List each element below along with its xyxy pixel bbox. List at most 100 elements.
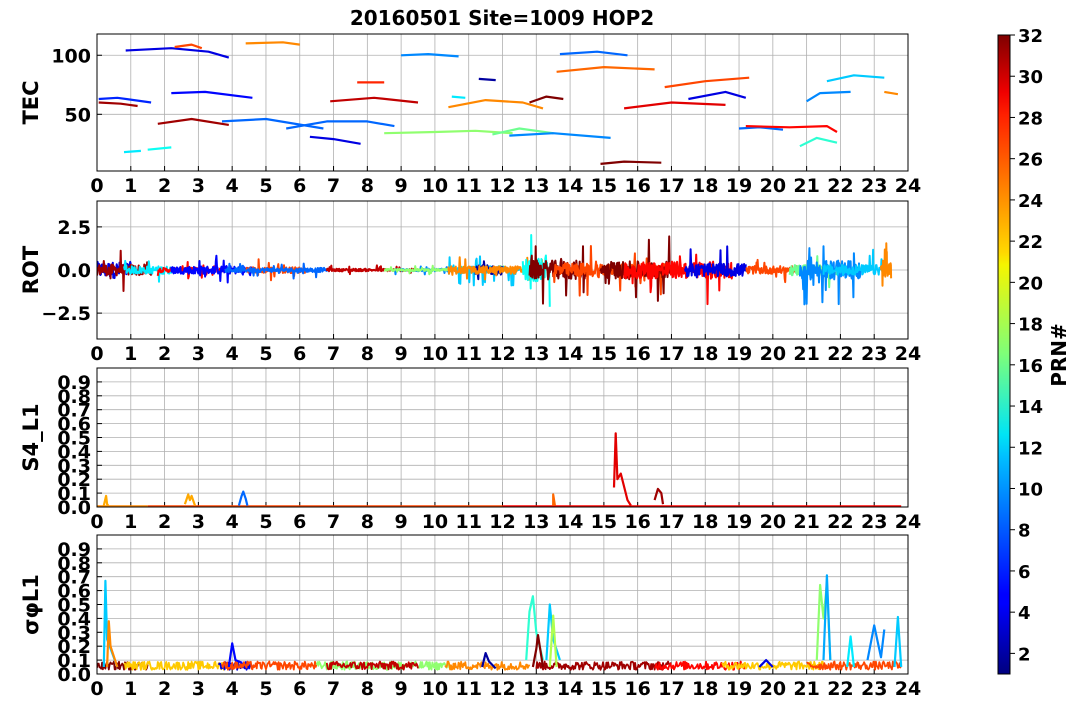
figure: 20160501 Site=1009 HOP2 0 1 2 3 4 5 6 7 8 9 10 11 12… (19, 6, 1071, 700)
x-tick-label: 15 (591, 511, 617, 533)
x-tick-label: 3 (192, 678, 205, 700)
x-tick-label: 8 (361, 511, 374, 533)
x-tick-label: 13 (523, 175, 549, 197)
panel-s4: 0 1 2 3 4 5 6 7 8 9 10 11 12 13 14 15 16 17 18 19 20 21 22 23 24… (19, 367, 921, 533)
x-tick-label: 23 (861, 343, 887, 365)
x-tick-label: 6 (293, 678, 306, 700)
x-tick-label: 6 (293, 343, 306, 365)
x-tick-label: 22 (827, 343, 853, 365)
x-tick-label: 7 (327, 175, 340, 197)
x-tick-label: 16 (624, 511, 650, 533)
x-tick-label: 6 (293, 175, 306, 197)
x-tick-label: 21 (793, 343, 819, 365)
x-tick-label: 0 (90, 343, 103, 365)
panel-sigma-phi: 0 1 2 3 4 5 6 7 8 9 10 11 12 13 14 15 16 17 18 19 20 21 22 23 24… (19, 534, 921, 700)
x-tick-label: 14 (557, 511, 583, 533)
colorbar-tick-label: 6 (1018, 562, 1031, 583)
x-tick-label: 4 (226, 511, 239, 533)
x-tick-label: 18 (692, 175, 718, 197)
x-tick-label: 2 (158, 678, 171, 700)
chart-title: 20160501 Site=1009 HOP2 (350, 6, 654, 30)
colorbar-tick-label: 12 (1018, 438, 1043, 459)
x-tick-label: 7 (327, 343, 340, 365)
panel-rot: 0 1 2 3 4 5 6 7 8 9 10 11 12 13 14 15 16 17 18 19 20 21 22 23 24… (19, 200, 921, 365)
x-tick-label: 23 (861, 511, 887, 533)
x-tick-label: 19 (726, 678, 752, 700)
x-tick-label: 1 (124, 343, 137, 365)
x-tick-label: 20 (760, 175, 786, 197)
x-tick-label: 4 (226, 175, 239, 197)
x-tick-label: 22 (827, 678, 853, 700)
colorbar-tick-label: 26 (1018, 150, 1043, 171)
x-tick-label: 13 (523, 343, 549, 365)
x-tick-label: 5 (259, 678, 272, 700)
colorbar-tick-label: 28 (1018, 108, 1043, 129)
x-tick-label: 23 (861, 175, 887, 197)
prn-series (478, 77, 496, 82)
y-tick-label: 0.0 (57, 260, 91, 282)
prn-series (451, 95, 466, 99)
x-tick-label: 7 (327, 678, 340, 700)
x-tick-label: 1 (124, 175, 137, 197)
y-axis-label: ROT (19, 245, 43, 294)
y-tick-label: −2.5 (41, 303, 91, 325)
x-tick-label: 21 (793, 678, 819, 700)
x-tick-label: 2 (158, 343, 171, 365)
x-tick-label: 19 (726, 343, 752, 365)
x-tick-label: 5 (259, 343, 272, 365)
colorbar: 2468101214161820222426283032 PRN# (997, 26, 1071, 675)
x-tick-label: 10 (422, 343, 448, 365)
x-tick-label: 21 (793, 511, 819, 533)
y-tick-label: 0.9 (57, 372, 91, 394)
x-tick-label: 7 (327, 511, 340, 533)
x-tick-label: 4 (226, 678, 239, 700)
y-axis-label: σφL1 (19, 574, 43, 635)
y-tick-label: 0.9 (57, 539, 91, 561)
colorbar-tick-label: 2 (1018, 644, 1031, 665)
x-tick-label: 8 (361, 175, 374, 197)
x-tick-label: 20 (760, 678, 786, 700)
x-tick-label: 21 (793, 175, 819, 197)
x-tick-label: 2 (158, 175, 171, 197)
x-tick-label: 9 (395, 175, 408, 197)
x-tick-label: 24 (895, 511, 921, 533)
x-tick-label: 10 (422, 678, 448, 700)
x-tick-label: 14 (557, 175, 583, 197)
x-tick-label: 13 (523, 678, 549, 700)
colorbar-tick-label: 4 (1018, 603, 1031, 624)
x-tick-label: 16 (624, 343, 650, 365)
colorbar-label: PRN# (1047, 323, 1071, 387)
x-tick-label: 18 (692, 678, 718, 700)
x-tick-label: 1 (124, 511, 137, 533)
x-tick-label: 0 (90, 175, 103, 197)
x-tick-label: 19 (726, 175, 752, 197)
panel-tec: 0 1 2 3 4 5 6 7 8 9 10 11 12 13 14 15 16 17 18 19 20 21 22 23 24… (19, 33, 921, 197)
x-tick-label: 18 (692, 343, 718, 365)
prn-series (123, 149, 141, 154)
colorbar-tick-label: 22 (1018, 232, 1043, 253)
x-tick-label: 9 (395, 343, 408, 365)
colorbar-tick-label: 18 (1018, 315, 1043, 336)
colorbar-ticks: 2468101214161820222426283032 (1010, 26, 1043, 665)
x-tick-label: 12 (489, 511, 515, 533)
x-tick-label: 22 (827, 175, 853, 197)
x-tick-label: 3 (192, 511, 205, 533)
colorbar-tick-label: 10 (1018, 479, 1043, 500)
y-tick-label: 100 (51, 45, 91, 67)
x-tick-label: 22 (827, 511, 853, 533)
x-tick-label: 11 (455, 678, 481, 700)
x-tick-label: 17 (658, 343, 684, 365)
x-tick-label: 10 (422, 175, 448, 197)
x-tick-label: 8 (361, 343, 374, 365)
x-tick-label: 17 (658, 175, 684, 197)
x-tick-label: 5 (259, 175, 272, 197)
x-tick-label: 9 (395, 511, 408, 533)
colorbar-tick-label: 24 (1018, 191, 1043, 212)
x-tick-label: 14 (557, 343, 583, 365)
y-axis-label: TEC (19, 80, 43, 124)
x-tick-label: 17 (658, 511, 684, 533)
x-tick-label: 12 (489, 678, 515, 700)
x-tick-label: 1 (124, 678, 137, 700)
x-tick-label: 24 (895, 175, 921, 197)
x-tick-label: 12 (489, 343, 515, 365)
